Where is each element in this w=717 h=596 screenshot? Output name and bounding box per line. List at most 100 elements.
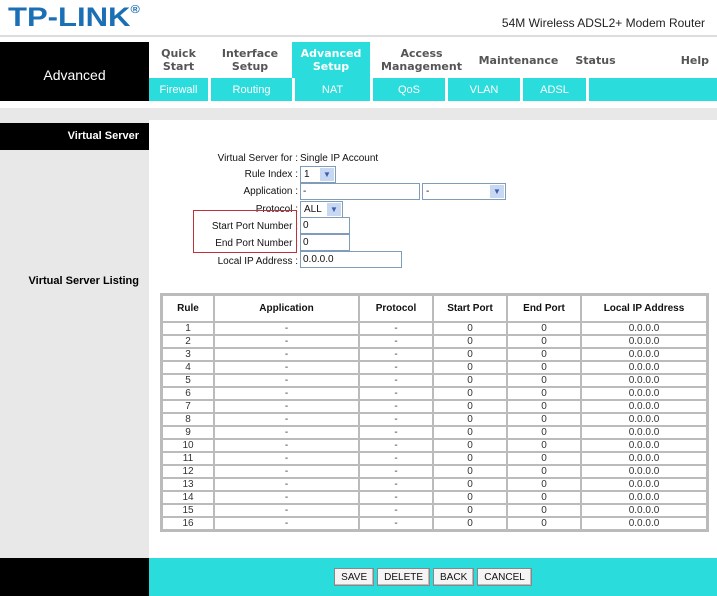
- cell-local-ip: 0.0.0.0: [581, 348, 707, 361]
- cell-local-ip: 0.0.0.0: [581, 452, 707, 465]
- cell-start-port: 0: [433, 517, 507, 530]
- table-row: 1- -0 0 0.0.0.0: [162, 322, 707, 335]
- subnav-qos[interactable]: QoS: [373, 78, 448, 101]
- virtual-server-for-value: Single IP Account: [300, 153, 379, 164]
- application-select-value: -: [426, 186, 430, 197]
- table-row: 13- -0 0 0.0.0.0: [162, 478, 707, 491]
- tp-link-logo: TP-LINK®: [8, 2, 140, 33]
- cell-local-ip: 0.0.0.0: [581, 517, 707, 530]
- cell-start-port: 0: [433, 452, 507, 465]
- cell-application: -: [214, 374, 359, 387]
- cell-start-port: 0: [433, 426, 507, 439]
- table-row: 10- -0 0 0.0.0.0: [162, 439, 707, 452]
- chevron-down-icon: ▼: [490, 185, 504, 198]
- nav-advanced-setup[interactable]: Advanced Setup: [292, 42, 370, 78]
- table-row: 11- -0 0 0.0.0.0: [162, 452, 707, 465]
- cell-protocol: -: [359, 335, 433, 348]
- cell-rule: 1: [162, 322, 214, 335]
- cell-rule: 14: [162, 491, 214, 504]
- cell-end-port: 0: [507, 439, 581, 452]
- product-name: 54M Wireless ADSL2+ Modem Router: [501, 16, 705, 30]
- table-row: 4- -0 0 0.0.0.0: [162, 361, 707, 374]
- rule-index-select[interactable]: 1 ▼: [300, 166, 336, 183]
- table-row: 9- -0 0 0.0.0.0: [162, 426, 707, 439]
- cell-application: -: [214, 491, 359, 504]
- cell-rule: 5: [162, 374, 214, 387]
- subnav-vlan[interactable]: VLAN: [448, 78, 523, 101]
- cell-start-port: 0: [433, 322, 507, 335]
- table-row: 2- -0 0 0.0.0.0: [162, 335, 707, 348]
- protocol-select[interactable]: ALL ▼: [300, 201, 343, 218]
- cell-application: -: [214, 413, 359, 426]
- cell-local-ip: 0.0.0.0: [581, 465, 707, 478]
- cell-local-ip: 0.0.0.0: [581, 361, 707, 374]
- highlight-box: [193, 210, 297, 253]
- registered-mark: ®: [130, 4, 140, 16]
- virtual-server-for-label: Virtual Server for :: [217, 153, 298, 164]
- nav-help[interactable]: Help: [627, 42, 717, 78]
- table-row: 16- -0 0 0.0.0.0: [162, 517, 707, 530]
- cell-end-port: 0: [507, 504, 581, 517]
- cell-local-ip: 0.0.0.0: [581, 491, 707, 504]
- cell-start-port: 0: [433, 491, 507, 504]
- chevron-down-icon: ▼: [320, 168, 334, 181]
- cell-end-port: 0: [507, 478, 581, 491]
- cell-rule: 8: [162, 413, 214, 426]
- nav-maintenance[interactable]: Maintenance: [473, 42, 564, 78]
- col-protocol: Protocol: [359, 295, 433, 322]
- start-port-input[interactable]: 0: [300, 217, 350, 234]
- table-row: 12- -0 0 0.0.0.0: [162, 465, 707, 478]
- table-row: 7- -0 0 0.0.0.0: [162, 400, 707, 413]
- cell-application: -: [214, 387, 359, 400]
- cell-start-port: 0: [433, 478, 507, 491]
- cell-local-ip: 0.0.0.0: [581, 439, 707, 452]
- save-button[interactable]: SAVE: [334, 568, 375, 586]
- table-row: 15- -0 0 0.0.0.0: [162, 504, 707, 517]
- cell-local-ip: 0.0.0.0: [581, 335, 707, 348]
- cell-application: -: [214, 426, 359, 439]
- cancel-button[interactable]: CANCEL: [477, 568, 532, 586]
- nav-access-management[interactable]: Access Management: [370, 42, 473, 78]
- nav-quick-start[interactable]: Quick Start: [149, 42, 208, 78]
- cell-application: -: [214, 400, 359, 413]
- subnav-routing[interactable]: Routing: [211, 78, 295, 101]
- cell-end-port: 0: [507, 348, 581, 361]
- cell-application: -: [214, 452, 359, 465]
- local-ip-input[interactable]: 0.0.0.0: [300, 251, 402, 268]
- delete-button[interactable]: DELETE: [377, 568, 431, 586]
- sub-nav: Firewall Routing NAT QoS VLAN ADSL: [149, 78, 717, 101]
- subnav-adsl[interactable]: ADSL: [523, 78, 589, 101]
- cell-local-ip: 0.0.0.0: [581, 413, 707, 426]
- cell-application: -: [214, 465, 359, 478]
- cell-application: -: [214, 361, 359, 374]
- back-button[interactable]: BACK: [433, 568, 475, 586]
- end-port-input[interactable]: 0: [300, 234, 350, 251]
- cell-protocol: -: [359, 361, 433, 374]
- col-application: Application: [214, 295, 359, 322]
- cell-start-port: 0: [433, 387, 507, 400]
- table-header-row: Rule Application Protocol Start Port End…: [162, 295, 707, 322]
- cell-end-port: 0: [507, 335, 581, 348]
- application-input[interactable]: -: [300, 183, 420, 200]
- table-row: 5- -0 0 0.0.0.0: [162, 374, 707, 387]
- subnav-firewall[interactable]: Firewall: [149, 78, 211, 101]
- rule-index-label: Rule Index :: [244, 169, 298, 180]
- cell-application: -: [214, 517, 359, 530]
- nav-status[interactable]: Status: [564, 42, 627, 78]
- cell-application: -: [214, 335, 359, 348]
- listing-label: Virtual Server Listing: [28, 275, 139, 287]
- virtual-server-table: Rule Application Protocol Start Port End…: [160, 293, 709, 532]
- cell-start-port: 0: [433, 413, 507, 426]
- gray-strip: [0, 108, 717, 120]
- cell-rule: 6: [162, 387, 214, 400]
- nav-interface-setup[interactable]: Interface Setup: [208, 42, 292, 78]
- footer-actions: SAVE DELETE BACK CANCEL: [149, 558, 717, 596]
- cell-start-port: 0: [433, 439, 507, 452]
- cell-local-ip: 0.0.0.0: [581, 387, 707, 400]
- cell-end-port: 0: [507, 387, 581, 400]
- cell-end-port: 0: [507, 465, 581, 478]
- col-rule: Rule: [162, 295, 214, 322]
- subnav-nat[interactable]: NAT: [295, 78, 373, 101]
- application-select[interactable]: - ▼: [422, 183, 506, 200]
- cell-rule: 12: [162, 465, 214, 478]
